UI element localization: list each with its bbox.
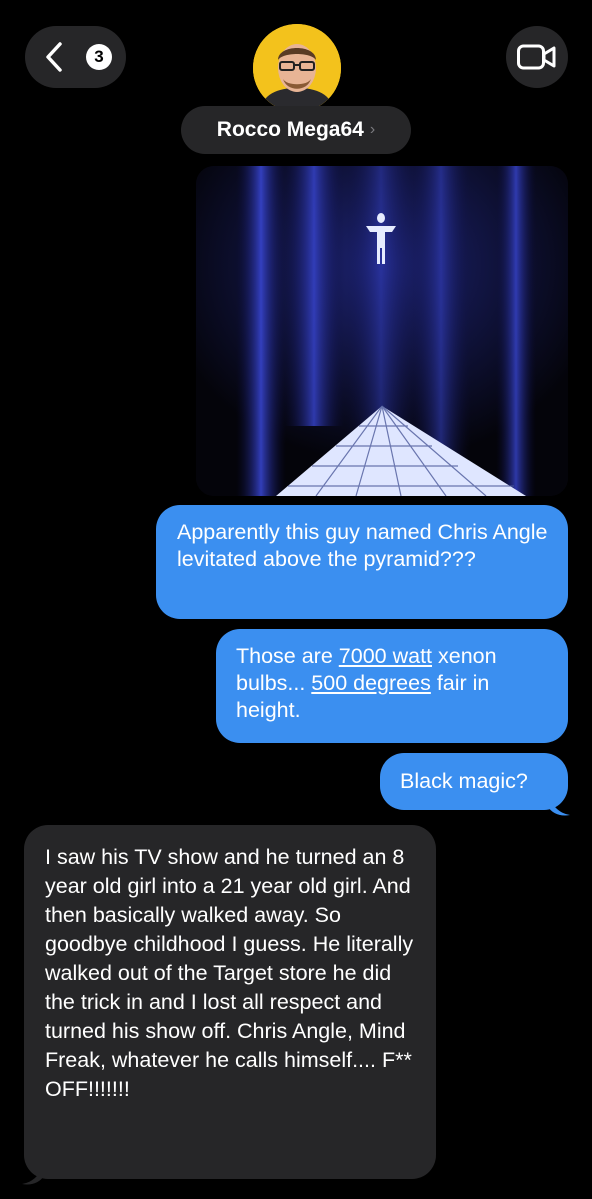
facetime-video-button[interactable] bbox=[506, 26, 568, 88]
back-button[interactable]: 3 bbox=[25, 26, 126, 88]
contact-name: Rocco Mega64 bbox=[216, 118, 364, 141]
outgoing-message[interactable]: Those are 7000 watt xenon bulbs... 500 d… bbox=[216, 629, 568, 743]
chevron-left-icon bbox=[43, 41, 65, 78]
detected-data-link[interactable]: 500 degrees bbox=[311, 671, 431, 695]
message-image[interactable] bbox=[196, 166, 568, 496]
outgoing-message[interactable]: Black magic? bbox=[380, 753, 568, 810]
bubble-tail bbox=[548, 795, 570, 816]
incoming-message[interactable]: I saw his TV show and he turned an 8 yea… bbox=[24, 825, 436, 1179]
contact-name-button[interactable]: Rocco Mega64 › bbox=[181, 106, 411, 154]
outgoing-message[interactable]: Apparently this guy named Chris Angle le… bbox=[156, 505, 568, 619]
detected-data-link[interactable]: 7000 watt bbox=[339, 644, 432, 668]
chevron-right-icon: › bbox=[369, 121, 376, 138]
message-text: Those are bbox=[236, 644, 339, 668]
bubble-tail bbox=[22, 1164, 44, 1185]
unread-count-badge: 3 bbox=[86, 44, 112, 70]
avatar[interactable] bbox=[253, 24, 341, 112]
